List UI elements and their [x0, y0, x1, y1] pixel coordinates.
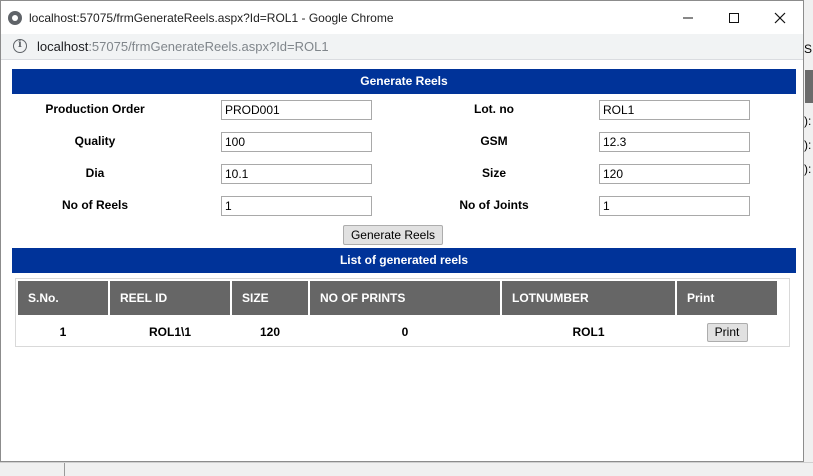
background-text: ):: [804, 114, 812, 128]
background-text: S: [804, 42, 813, 56]
window-title: localhost:57075/frmGenerateReels.aspx?Id…: [29, 11, 394, 25]
dia-label: Dia: [85, 166, 105, 180]
no-of-reels-input[interactable]: [221, 196, 372, 216]
background-text: ):: [804, 138, 812, 152]
site-info-icon[interactable]: i: [13, 39, 27, 53]
table-row: 1 ROL1\1 120 0 ROL1 Print: [18, 317, 777, 347]
lot-no-input[interactable]: [599, 100, 750, 120]
maximize-button[interactable]: [711, 1, 757, 34]
size-input[interactable]: [599, 164, 750, 184]
column-header-lotnumber: LOTNUMBER: [502, 281, 675, 315]
background-page: S ): ): ):: [803, 0, 813, 476]
background-page-bottom: [0, 462, 813, 476]
column-header-reel-id: REEL ID: [110, 281, 230, 315]
cell-no-of-prints: 0: [401, 325, 409, 339]
column-header-print: Print: [677, 281, 777, 315]
maximize-icon: [729, 13, 739, 23]
generated-reels-list-header: List of generated reels: [12, 248, 796, 273]
minimize-icon: [683, 17, 693, 19]
no-of-reels-label: No of Reels: [61, 198, 128, 212]
lot-no-label: Lot. no: [474, 102, 514, 116]
quality-label: Quality: [74, 134, 116, 148]
size-label: Size: [481, 166, 506, 180]
close-button[interactable]: [757, 1, 803, 34]
quality-input[interactable]: [221, 132, 372, 152]
chrome-page-icon: [8, 11, 22, 25]
table-header-row: S.No. REEL ID SIZE NO OF PRINTS LOTNUMBE…: [18, 281, 777, 315]
title-bar: localhost:57075/frmGenerateReels.aspx?Id…: [1, 1, 803, 34]
cell-lotnumber: ROL1: [572, 325, 605, 339]
no-of-joints-label: No of Joints: [459, 198, 529, 212]
cell-sno: 1: [59, 325, 67, 339]
column-header-size: SIZE: [232, 281, 308, 315]
reels-grid: S.No. REEL ID SIZE NO OF PRINTS LOTNUMBE…: [15, 278, 790, 347]
column-header-no-of-prints: NO OF PRINTS: [310, 281, 500, 315]
column-header-sno: S.No.: [18, 281, 108, 315]
production-order-label: Production Order: [45, 102, 145, 116]
cell-reel-id: ROL1\1: [148, 325, 191, 339]
cell-print: Print: [677, 317, 777, 347]
minimize-button[interactable]: [665, 1, 711, 34]
address-bar[interactable]: i localhost:57075/frmGenerateReels.aspx?…: [1, 34, 803, 60]
generate-reels-header: Generate Reels: [12, 69, 796, 94]
gsm-input[interactable]: [599, 132, 750, 152]
background-header-block: [805, 70, 813, 103]
url-text: localhost:57075/frmGenerateReels.aspx?Id…: [37, 39, 329, 54]
cell-size: 120: [259, 325, 281, 339]
generate-reels-button[interactable]: Generate Reels: [343, 225, 443, 245]
no-of-joints-input[interactable]: [599, 196, 750, 216]
close-icon: [774, 12, 786, 24]
reels-table: S.No. REEL ID SIZE NO OF PRINTS LOTNUMBE…: [16, 279, 779, 349]
dia-input[interactable]: [221, 164, 372, 184]
background-text: ):: [804, 162, 812, 176]
print-button[interactable]: Print: [706, 322, 748, 342]
production-order-input[interactable]: [221, 100, 372, 120]
popup-window: localhost:57075/frmGenerateReels.aspx?Id…: [0, 0, 804, 462]
gsm-label: GSM: [480, 134, 508, 148]
